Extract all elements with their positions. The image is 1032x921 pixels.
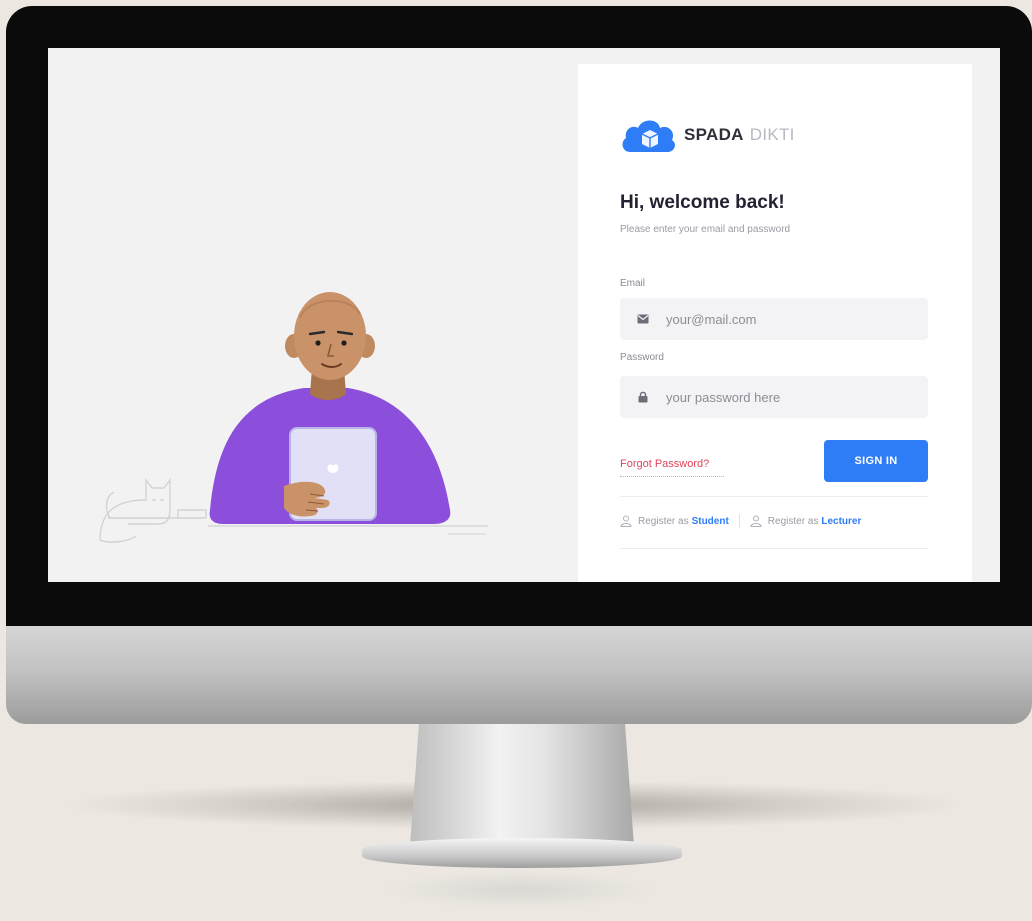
forgot-password-link[interactable]: Forgot Password?: [620, 458, 709, 470]
user-icon: [620, 515, 632, 527]
cloud-cube-icon: [622, 120, 675, 152]
register-student-prefix: Register as: [638, 515, 689, 527]
register-lecturer-link[interactable]: Register as Lecturer: [750, 515, 861, 527]
email-field[interactable]: [620, 298, 928, 340]
user-icon: [750, 515, 762, 527]
screen: SPADA DIKTI Hi, welcome back! Please ent…: [48, 48, 1000, 582]
divider: [620, 496, 928, 497]
login-card: SPADA DIKTI Hi, welcome back! Please ent…: [578, 64, 972, 582]
sign-in-button[interactable]: SIGN IN: [824, 440, 928, 482]
cat-outline-icon: [99, 477, 207, 543]
password-label: Password: [620, 352, 664, 363]
register-lecturer-prefix: Register as: [767, 515, 819, 527]
page-title: Hi, welcome back!: [620, 192, 785, 213]
person-with-tablet-illustration: [99, 292, 488, 543]
mail-icon: [636, 312, 650, 326]
email-label: Email: [620, 278, 646, 289]
monitor-chin: [6, 626, 1032, 724]
lock-icon: [636, 390, 650, 404]
brand: SPADA DIKTI: [620, 110, 795, 160]
monitor-base: [362, 838, 682, 868]
register-separator: [738, 514, 740, 528]
brand-name: SPADA: [684, 125, 744, 144]
register-lecturer-label[interactable]: Lecturer: [821, 516, 861, 527]
register-student-label[interactable]: Student: [692, 516, 729, 527]
password-field[interactable]: [620, 376, 928, 418]
brand-suffix: DIKTI: [749, 125, 795, 144]
register-options: Register as Student Register as Lecturer: [620, 514, 928, 528]
email-input[interactable]: [664, 310, 928, 328]
monitor-stand: [410, 724, 634, 846]
base-reflection: [380, 870, 660, 910]
password-input[interactable]: [664, 388, 928, 406]
register-student-link[interactable]: Register as Student: [620, 515, 729, 527]
forgot-password-underline: [620, 475, 724, 477]
bottom-divider: [620, 548, 928, 549]
illustration-panel: [48, 48, 578, 582]
page-subtitle: Please enter your email and password: [620, 224, 791, 235]
